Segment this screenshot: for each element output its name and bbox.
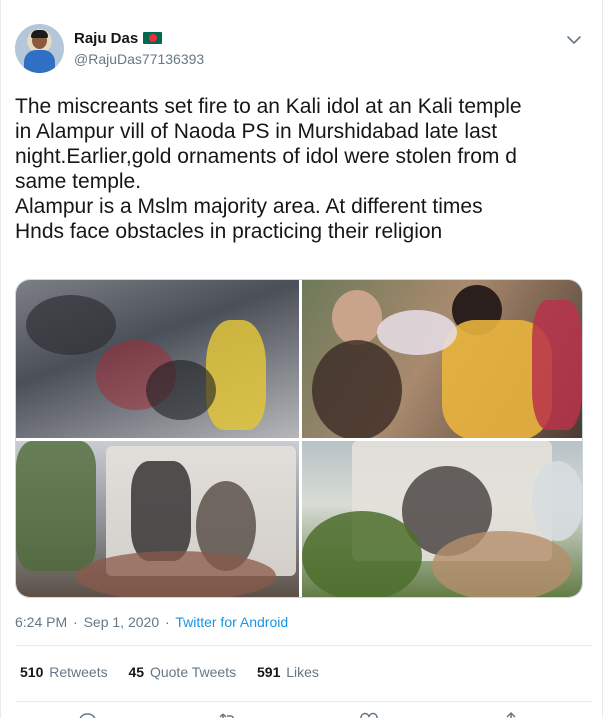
tweet-text-line: in Alampur vill of Naoda PS in Murshidab…: [15, 120, 498, 143]
tweet-source-link[interactable]: Twitter for Android: [175, 614, 288, 630]
temple-exterior-photo[interactable]: [16, 441, 299, 597]
quotes-label: Quote Tweets: [149, 664, 237, 680]
share-icon[interactable]: [501, 711, 521, 718]
tweet-text-line: Hnds face obstacles in practicing their …: [15, 220, 443, 243]
tweet-text-line: same temple.: [15, 170, 142, 193]
likes-count: 591: [257, 664, 281, 680]
retweets-count: 510: [20, 664, 44, 680]
retweets-label: Retweets: [49, 664, 108, 680]
crowd-at-idol-photo[interactable]: [302, 280, 582, 438]
tweet-stats: 510 Retweets 45 Quote Tweets 591 Likes: [20, 664, 336, 680]
avatar[interactable]: [15, 24, 64, 73]
chevron-down-icon[interactable]: [564, 30, 584, 50]
likes-stat[interactable]: 591 Likes: [257, 664, 319, 680]
quote-tweets-stat[interactable]: 45 Quote Tweets: [129, 664, 237, 680]
tweet-text-line: night.Earlier,gold ornaments of idol wer…: [15, 145, 517, 168]
retweets-stat[interactable]: 510 Retweets: [20, 664, 108, 680]
likes-label: Likes: [286, 664, 319, 680]
author-name[interactable]: Raju Das: [74, 30, 163, 47]
media-grid: [15, 279, 583, 598]
bangladesh-flag-icon: [143, 32, 163, 44]
tweet-time[interactable]: 6:24 PM: [15, 614, 67, 630]
divider: [15, 701, 593, 702]
tweet-text-line: The miscreants set fire to an Kali idol …: [15, 95, 522, 118]
tweet-text-line: Alampur is a Mslm majority area. At diff…: [15, 195, 483, 218]
author-name-text: Raju Das: [74, 30, 139, 47]
tweet-timestamp: 6:24 PM · Sep 1, 2020 · Twitter for Andr…: [15, 614, 288, 630]
heart-icon[interactable]: [359, 711, 379, 718]
burnt-idol-photo[interactable]: [16, 280, 299, 438]
action-bar: [1, 706, 603, 718]
retweet-icon[interactable]: [218, 711, 238, 718]
timestamp-separator: ·: [73, 614, 78, 630]
tweet-text: The miscreants set fire to an Kali idol …: [15, 94, 593, 244]
tweet-card: Raju Das @RajuDas77136393 The miscreants…: [0, 0, 603, 718]
author-handle[interactable]: @RajuDas77136393: [74, 51, 204, 67]
divider: [15, 645, 593, 646]
quotes-count: 45: [128, 664, 145, 680]
temple-crowd-photo[interactable]: [302, 441, 582, 597]
source-separator: ·: [165, 614, 170, 630]
reply-icon[interactable]: [77, 711, 97, 718]
tweet-date[interactable]: Sep 1, 2020: [84, 614, 160, 630]
